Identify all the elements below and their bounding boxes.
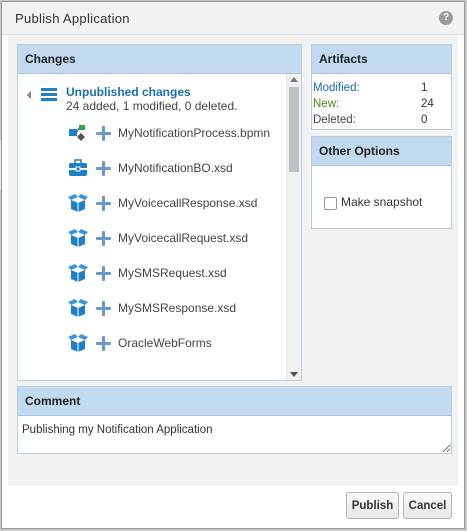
plus-icon: [96, 196, 111, 211]
make-snapshot-label[interactable]: Make snapshot: [341, 195, 422, 209]
other-options-panel: Other Options Make snapshot: [311, 136, 452, 229]
cancel-button[interactable]: Cancel: [403, 492, 452, 519]
plus-icon: [96, 266, 111, 281]
make-snapshot-checkbox[interactable]: [324, 197, 337, 210]
box-icon: [68, 194, 88, 212]
artifacts-panel: Artifacts Modified: 1 New: 24 Deleted: 0: [311, 44, 452, 130]
business-object-icon: [68, 159, 88, 177]
artifact-label: New:: [313, 98, 340, 110]
artifact-row: New: 24: [312, 98, 451, 114]
change-item-name: MyVoicecallResponse.xsd: [118, 196, 258, 210]
artifact-label: Modified:: [313, 82, 360, 94]
plus-icon: [96, 126, 111, 141]
artifact-value: 1: [421, 82, 428, 94]
plus-icon: [96, 301, 111, 316]
tree-root-summary: 24 added, 1 modified, 0 deleted.: [66, 99, 238, 113]
plus-icon: [96, 161, 111, 176]
artifact-row: Deleted: 0: [312, 114, 451, 130]
dialog-footer: Publish Cancel: [2, 486, 464, 528]
artifact-label: Deleted:: [313, 114, 356, 126]
box-icon: [68, 264, 88, 282]
changes-tree: Unpublished changes 24 added, 1 modified…: [18, 74, 285, 380]
changes-header: Changes: [18, 45, 301, 74]
dialog-body: Changes Unpublished changes 24 added, 1 …: [8, 35, 458, 486]
box-icon: [68, 229, 88, 247]
comment-field[interactable]: [18, 416, 451, 453]
list-icon: [41, 87, 57, 103]
box-icon: [68, 299, 88, 317]
changes-panel: Changes Unpublished changes 24 added, 1 …: [17, 44, 302, 381]
comment-header: Comment: [18, 387, 451, 416]
scroll-thumb[interactable]: [289, 87, 299, 172]
scroll-down-icon[interactable]: [290, 372, 298, 377]
plus-icon: [96, 336, 111, 351]
change-item-name: MySMSRequest.xsd: [118, 266, 227, 280]
tree-root-title[interactable]: Unpublished changes: [66, 85, 191, 99]
box-icon: [68, 334, 88, 352]
other-options-header: Other Options: [312, 137, 451, 166]
process-icon: [68, 124, 88, 142]
plus-icon: [96, 231, 111, 246]
changes-scrollbar[interactable]: [286, 74, 301, 380]
change-item-name: MyNotificationProcess.bpmn: [118, 126, 271, 140]
change-item-name: MyNotificationBO.xsd: [118, 161, 233, 175]
publish-dialog: Publish Application ? Changes Unpublishe…: [1, 1, 465, 529]
artifact-value: 0: [421, 114, 428, 126]
artifact-row: Modified: 1: [312, 82, 451, 98]
dialog-titlebar: Publish Application ?: [2, 2, 464, 35]
dialog-title: Publish Application: [15, 11, 130, 26]
comment-panel: Comment: [17, 386, 452, 454]
change-item-name: MyVoicecallRequest.xsd: [118, 231, 249, 245]
change-item-name: OracleWebForms: [118, 336, 212, 350]
help-icon[interactable]: ?: [439, 11, 453, 25]
scroll-up-icon[interactable]: [290, 77, 298, 82]
publish-button[interactable]: Publish: [346, 492, 399, 519]
artifacts-header: Artifacts: [312, 45, 451, 74]
artifact-value: 24: [421, 98, 434, 110]
collapse-triangle-icon[interactable]: [26, 90, 36, 100]
change-item-name: MySMSResponse.xsd: [118, 301, 237, 315]
